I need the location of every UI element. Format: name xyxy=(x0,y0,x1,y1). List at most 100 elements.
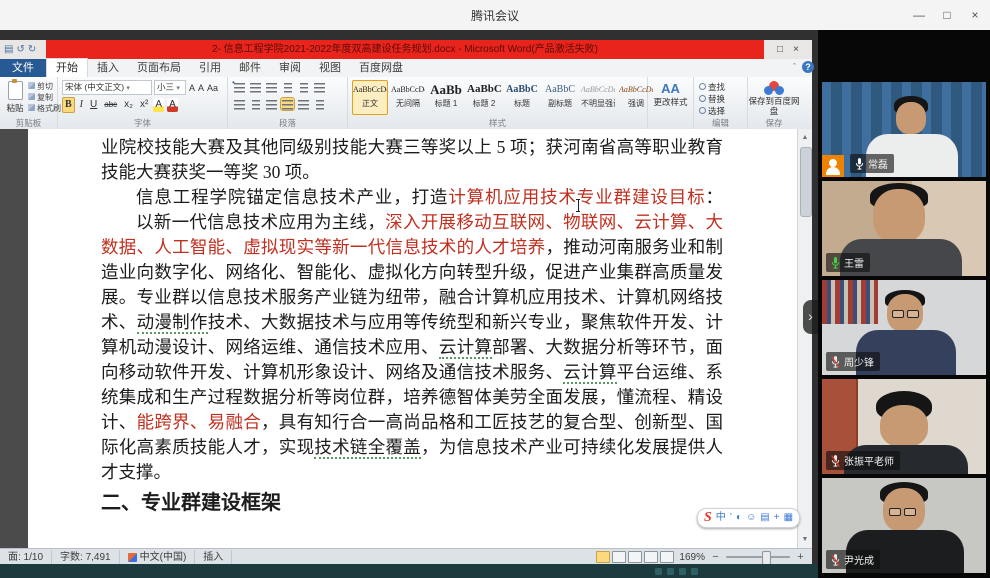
participant-video-tile[interactable]: 常磊 xyxy=(822,82,986,177)
zoom-slider[interactable] xyxy=(726,556,790,558)
zoom-in-button[interactable]: + xyxy=(795,551,806,563)
style-chip[interactable]: AaBbCcDd 不明显强调 xyxy=(580,80,616,115)
maximize-button[interactable]: □ xyxy=(940,8,954,22)
line-spacing-icon[interactable] xyxy=(297,98,310,110)
ime-icon[interactable]: ☺ xyxy=(746,510,756,526)
ribbon-tab[interactable]: 开始 xyxy=(46,58,88,77)
zoom-slider-knob[interactable] xyxy=(762,551,771,565)
print-layout-view-icon[interactable] xyxy=(596,551,610,563)
font-grow-shrink-button[interactable]: Aa xyxy=(206,83,219,93)
ribbon-tab[interactable]: 文件 xyxy=(0,59,46,77)
save-to-baidu-button[interactable]: 保存到百度网盘 保存 xyxy=(748,77,800,129)
style-chip[interactable]: AaBbC 标题 2 xyxy=(466,80,502,115)
ime-icon[interactable]: ’ xyxy=(730,510,732,526)
font-name-select[interactable]: 宋体 (中文正文) ▾ xyxy=(62,80,152,95)
scroll-down-icon[interactable]: ▼ xyxy=(798,533,812,546)
shading-icon[interactable] xyxy=(313,98,326,110)
ime-icon[interactable]: + xyxy=(774,510,780,526)
editing-item-button[interactable]: 查找 xyxy=(699,81,725,93)
document-line: 信息工程学院锚定信息技术产业，打造计算机应用技术专业群建设目标： xyxy=(101,185,723,210)
sort-icon[interactable] xyxy=(313,81,326,93)
ribbon-tab[interactable]: 页面布局 xyxy=(128,59,190,77)
numbering-icon[interactable] xyxy=(249,81,262,93)
clipboard-item-button[interactable]: 复制 xyxy=(28,92,61,103)
sogou-logo-icon[interactable]: S xyxy=(704,510,712,526)
sidebar-collapse-button[interactable]: › xyxy=(803,300,818,334)
style-chip[interactable]: AaBbC 标题 xyxy=(504,80,540,115)
vertical-scrollbar[interactable]: ▲ ▼ xyxy=(797,129,812,548)
ribbon-tab[interactable]: 视图 xyxy=(310,59,350,77)
multilevel-list-icon[interactable] xyxy=(265,81,278,93)
participant-video-tile[interactable]: 王雷 xyxy=(822,181,986,276)
document-page[interactable]: 业院校技能大赛及其他同级别技能大赛三等奖以上 5 项；获河南省高等职业教育技能大… xyxy=(28,129,798,548)
align-left-icon[interactable] xyxy=(233,98,246,110)
scroll-up-icon[interactable]: ▲ xyxy=(798,131,812,144)
scrollbar-thumb[interactable] xyxy=(800,147,812,217)
minimize-button[interactable]: — xyxy=(912,8,926,22)
zoom-out-button[interactable]: − xyxy=(710,551,721,563)
close-button[interactable]: × xyxy=(968,8,982,22)
font-format-button[interactable]: B xyxy=(62,97,75,113)
quick-access-icon[interactable]: ▤ xyxy=(4,45,13,55)
increase-indent-icon[interactable] xyxy=(297,81,310,93)
participant-video-tile[interactable]: 周少锋 xyxy=(822,280,986,375)
font-format-button[interactable]: U xyxy=(88,98,99,112)
style-chip[interactable]: AaBbCcDd 无间隔 xyxy=(390,80,426,115)
document-line: 二、专业群建设框架 xyxy=(101,485,723,519)
style-chip[interactable]: AaBbC 副标题 xyxy=(542,80,578,115)
ribbon-tab[interactable]: 百度网盘 xyxy=(350,59,412,77)
insert-mode-indicator[interactable]: 插入 xyxy=(195,550,232,565)
ribbon-tab[interactable]: 插入 xyxy=(88,59,128,77)
ime-icon[interactable]: ▦ xyxy=(784,510,793,526)
word-ribbon: 粘贴 剪切复制格式刷 剪贴板 宋体 (中文正文) ▾ 小三 ▾ AAAa BIU xyxy=(0,77,812,130)
paste-button[interactable]: 粘贴 xyxy=(3,81,27,115)
change-styles-button[interactable]: AA 更改样式 xyxy=(648,77,694,129)
ribbon-collapse-icon[interactable]: ˆ xyxy=(793,62,796,72)
page-indicator[interactable]: 面: 1/10 xyxy=(0,550,52,565)
language-indicator[interactable]: 中文(中国) xyxy=(120,550,196,565)
participant-video-tile[interactable]: 张振平老师 xyxy=(822,379,986,474)
font-grow-shrink-button[interactable]: A xyxy=(188,83,196,93)
document-text-segment: 技术、大数据技术与应用等传统型和新兴专业，聚焦软件开发、计 xyxy=(208,312,723,332)
align-center-icon[interactable] xyxy=(249,98,262,110)
quick-access-icon[interactable]: ↻ xyxy=(28,45,36,55)
style-chip[interactable]: AaBb 标题 1 xyxy=(428,80,464,115)
word-count[interactable]: 字数: 7,491 xyxy=(52,550,120,565)
justify-icon[interactable] xyxy=(281,98,294,110)
outline-view-icon[interactable] xyxy=(644,551,658,563)
zoom-level[interactable]: 169% xyxy=(679,552,705,563)
bullets-icon[interactable] xyxy=(233,81,246,93)
fullscreen-view-icon[interactable] xyxy=(612,551,626,563)
ime-icon[interactable]: ◐ xyxy=(736,510,742,526)
help-icon[interactable]: ? xyxy=(802,61,814,73)
web-layout-view-icon[interactable] xyxy=(628,551,642,563)
font-size-select[interactable]: 小三 ▾ xyxy=(154,80,186,95)
editing-item-button[interactable]: 选择 xyxy=(699,105,725,117)
clipboard-item-button[interactable]: 剪切 xyxy=(28,81,61,92)
editing-item-button[interactable]: 替换 xyxy=(699,93,725,105)
font-format-button[interactable]: x₂ xyxy=(122,98,135,112)
ribbon-tab[interactable]: 审阅 xyxy=(270,59,310,77)
windows-taskbar[interactable] xyxy=(0,564,818,578)
word-restore-button[interactable]: □ xyxy=(777,44,783,55)
draft-view-icon[interactable] xyxy=(660,551,674,563)
style-chip[interactable]: AaBbCcDd 正文 xyxy=(352,80,388,115)
font-grow-shrink-button[interactable]: A xyxy=(197,83,205,93)
word-close-button[interactable]: × xyxy=(793,44,799,55)
decrease-indent-icon[interactable] xyxy=(281,81,294,93)
font-format-button[interactable]: x² xyxy=(138,98,150,112)
ribbon-tab[interactable]: 邮件 xyxy=(230,59,270,77)
font-format-button[interactable]: A xyxy=(167,98,178,112)
ribbon-tab[interactable]: 引用 xyxy=(190,59,230,77)
ime-icon[interactable]: ▤ xyxy=(760,510,769,526)
clipboard-item-button[interactable]: 格式刷 xyxy=(28,103,61,114)
ime-icon[interactable]: 中 xyxy=(716,510,726,526)
participant-video-tile[interactable]: 尹光成 xyxy=(822,478,986,573)
align-right-icon[interactable] xyxy=(265,98,278,110)
quick-access-icon[interactable]: ↺ xyxy=(16,45,24,55)
font-format-button[interactable]: A xyxy=(153,98,164,112)
font-format-button[interactable]: abc xyxy=(102,98,119,112)
document-text[interactable]: 业院校技能大赛及其他同级别技能大赛三等奖以上 5 项；获河南省高等职业教育技能大… xyxy=(101,135,723,519)
sogou-ime-toolbar[interactable]: S 中’◐☺▤ +▦ xyxy=(697,508,800,528)
font-format-button[interactable]: I xyxy=(78,98,85,112)
